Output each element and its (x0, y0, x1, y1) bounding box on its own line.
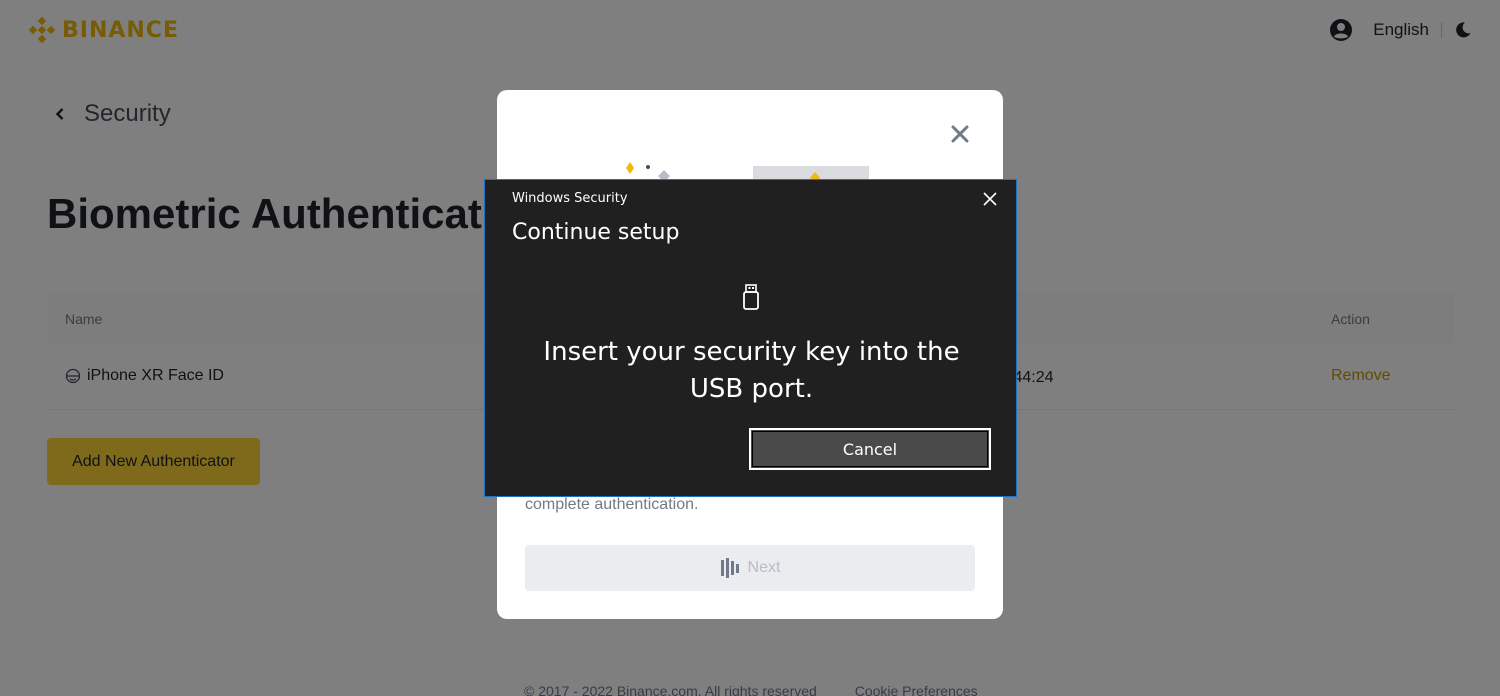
windows-security-dialog: Windows Security Continue setup Insert y… (484, 179, 1017, 497)
next-button[interactable]: Next (525, 545, 975, 591)
modal-instruction: complete authentication. (525, 496, 699, 513)
dialog-app-name: Windows Security (512, 191, 628, 206)
dialog-message: Insert your security key into the USB po… (543, 337, 960, 404)
close-icon[interactable] (948, 122, 972, 146)
next-label: Next (747, 559, 781, 576)
cancel-button[interactable]: Cancel (749, 428, 991, 470)
close-icon[interactable] (981, 190, 999, 208)
dialog-title: Continue setup (512, 220, 680, 245)
usb-key-icon (743, 284, 759, 310)
loader-icon (720, 558, 739, 578)
